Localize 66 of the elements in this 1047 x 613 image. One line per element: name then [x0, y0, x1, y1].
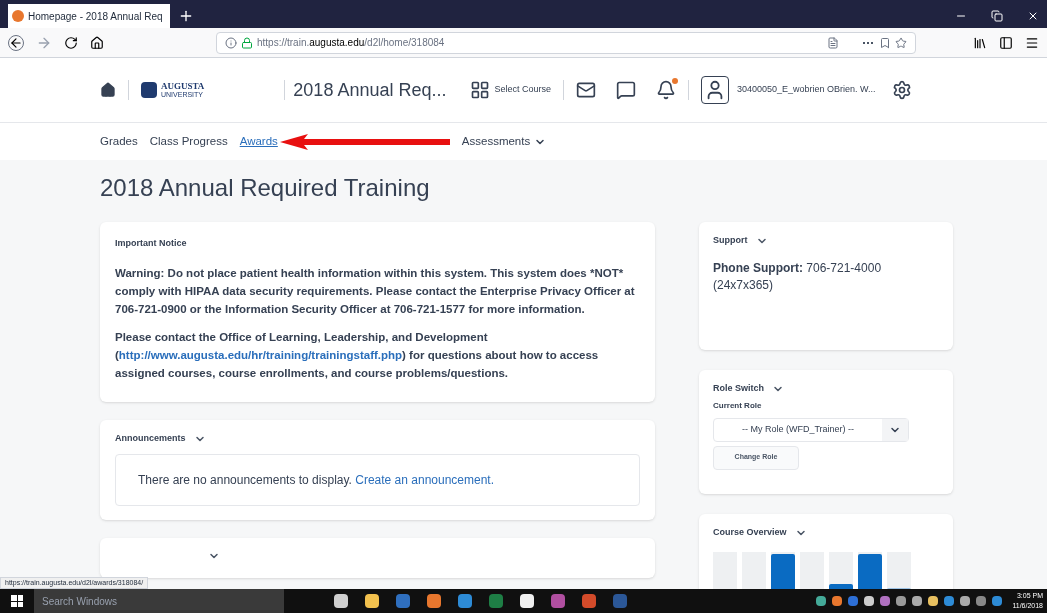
site-icon [12, 10, 24, 22]
home-icon[interactable] [90, 35, 104, 50]
grid-icon [470, 80, 491, 100]
tray-icon[interactable] [864, 596, 875, 606]
sidebar-icon[interactable] [999, 35, 1013, 50]
lock-icon [241, 36, 253, 49]
card-title: Course Overview [713, 526, 787, 539]
field-label: Current Role [713, 399, 763, 412]
page-title: 2018 Annual Required Training [100, 173, 430, 203]
app-icon[interactable] [582, 594, 596, 608]
app-icon[interactable] [334, 594, 348, 608]
tray-icon[interactable] [832, 596, 843, 606]
nav-link[interactable]: Grades [100, 132, 138, 151]
url-text: https://train.augusta.edu/d2l/home/318084 [257, 36, 445, 50]
tab-title: Homepage - 2018 Annual Req [28, 9, 163, 24]
tray-icon[interactable] [912, 596, 923, 606]
nav-link[interactable]: Assessments [461, 132, 547, 151]
app-icon[interactable] [396, 594, 410, 608]
tray-icon[interactable] [976, 596, 987, 606]
tray-icon[interactable] [960, 596, 971, 606]
tray-icon[interactable] [944, 596, 955, 606]
app-icon[interactable] [551, 594, 565, 608]
info-icon[interactable] [225, 36, 237, 49]
home-icon[interactable] [100, 82, 116, 98]
chat-icon[interactable] [616, 80, 636, 100]
contact-text: Please contact the Office of Learning, Leadership, and Development (http://www.augusta.edu/hr/training/trainingstaff.php) for questions about how to access assigned courses, course enrollments, and course problems/questions. [115, 330, 600, 381]
training-link[interactable]: http://www.augusta.edu/hr/training/trainingstaff.php [118, 349, 403, 361]
star-icon[interactable] [895, 36, 907, 49]
tray-icon[interactable] [880, 596, 891, 606]
app-icon[interactable] [520, 594, 534, 608]
card-title: Role Switch [713, 382, 764, 395]
tray-icon[interactable] [928, 596, 939, 606]
address-bar[interactable]: https://train.augusta.edu/d2l/home/318084 [216, 31, 916, 54]
browser-tab[interactable]: Homepage - 2018 Annual Req [8, 4, 170, 28]
course-name[interactable]: 2018 Annual Req... [293, 76, 447, 104]
app-icon[interactable] [365, 594, 379, 608]
warning-text: Warning: Do not place patient health information within this system. This system does *NOT* comply with HIPAA data security requirements. Please contact the Enterprise Privacy Officer at 706-721-0900 or the Information Security Officer at 706-721-1577 for more information. [115, 266, 636, 317]
card-title: Announcements [115, 432, 186, 445]
bell-icon[interactable] [656, 80, 676, 100]
tray-icon[interactable] [896, 596, 907, 606]
settings-icon[interactable] [891, 80, 912, 100]
support-text: Phone Support: 706-721-4000 (24x7x365) [713, 259, 883, 294]
role-select[interactable]: -- My Role (WFD_Trainer) -- [713, 417, 909, 442]
app-icon[interactable] [458, 594, 472, 608]
user-name[interactable]: 30400050_E_wobrien OBrien. W... [737, 83, 876, 97]
card-title: Important Notice [115, 237, 188, 250]
search-field[interactable]: Search Windows [34, 589, 284, 613]
reload-icon[interactable] [64, 35, 78, 50]
nav-link[interactable]: Awards [239, 132, 278, 151]
card-title: Support [713, 234, 748, 247]
create-link[interactable]: Create an announcement. [355, 472, 495, 487]
reader-icon[interactable] [827, 36, 839, 49]
nav-link[interactable]: Class Progress [149, 132, 228, 151]
tray-icon[interactable] [992, 596, 1003, 606]
app-icon[interactable] [489, 594, 503, 608]
library-icon[interactable] [973, 35, 987, 50]
select-course-button[interactable]: Select Course [470, 80, 551, 100]
empty-text: There are no announcements to display. [138, 472, 353, 487]
menu-icon[interactable] [1025, 35, 1039, 50]
app-icon[interactable] [427, 594, 441, 608]
avatar-icon[interactable] [701, 76, 729, 104]
tray-icon[interactable] [816, 596, 827, 606]
mail-icon[interactable] [576, 80, 596, 100]
restore-icon[interactable] [991, 10, 1003, 22]
new-tab-icon[interactable] [178, 8, 194, 24]
close-icon[interactable] [1027, 10, 1039, 22]
